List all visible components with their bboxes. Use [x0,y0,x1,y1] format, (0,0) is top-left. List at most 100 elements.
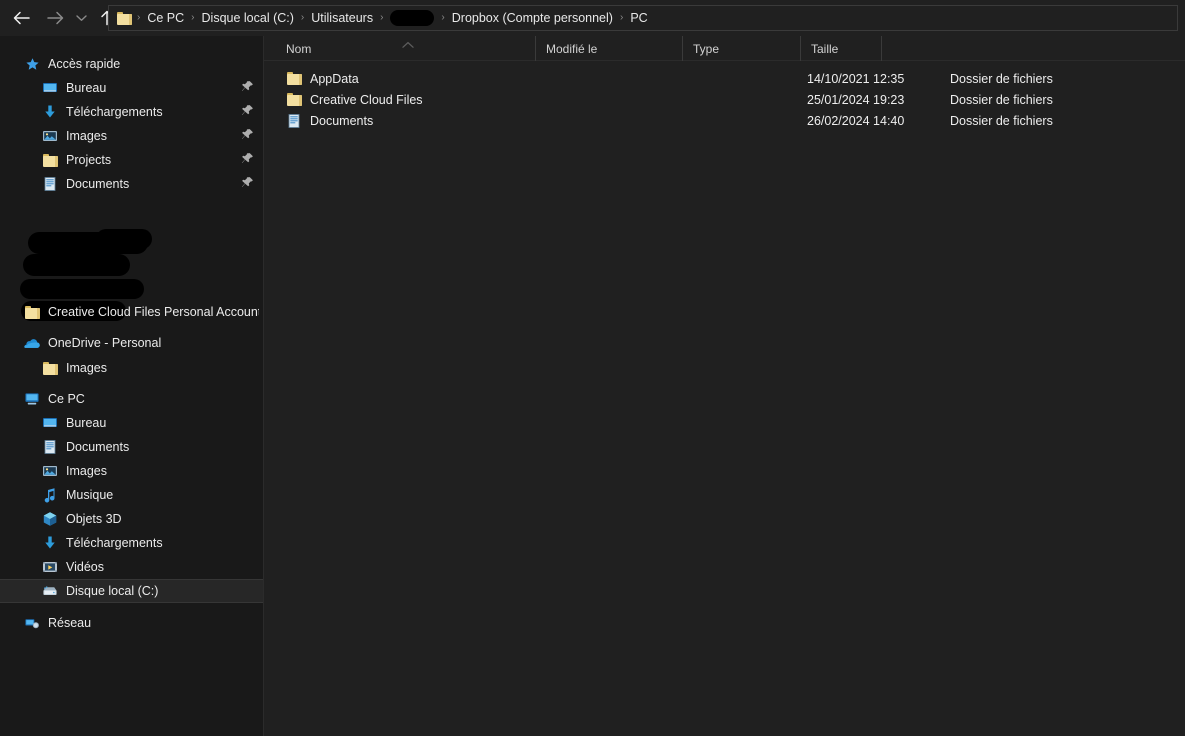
breadcrumb-separator: › [134,10,143,26]
pin-icon[interactable] [241,128,255,142]
breadcrumb-redacted-username[interactable] [390,10,434,26]
sidebar-label: Documents [66,176,129,192]
recent-locations-button[interactable] [72,5,90,31]
download-icon [42,535,58,551]
sidebar-item-documents[interactable]: Documents [0,435,263,459]
sidebar-label: Projects [66,152,111,168]
sidebar-item-telechargements-quick[interactable]: Téléchargements [0,100,263,124]
breadcrumb-ce-pc[interactable]: Ce PC [143,8,188,28]
sidebar-label: Vidéos [66,559,104,575]
pictures-icon [42,463,58,479]
sidebar-item-images[interactable]: Images [0,459,263,483]
sidebar-item-bureau[interactable]: Bureau [0,411,263,435]
sidebar-label: Bureau [66,80,106,96]
onedrive-icon [24,335,40,351]
breadcrumb-pc[interactable]: PC [626,8,651,28]
chevron-down-icon [76,14,87,22]
file-modified: 14/10/2021 12:35 [807,72,904,86]
sidebar-item-creative-cloud-files[interactable]: Creative Cloud Files Personal Account co [0,300,263,324]
table-row[interactable]: AppData 14/10/2021 12:35 Dossier de fich… [264,68,1185,89]
drive-icon [42,583,58,599]
file-name: Creative Cloud Files [310,92,423,108]
arrow-left-icon [13,11,30,25]
column-header-modifie-le[interactable]: Modifié le [535,36,682,61]
sidebar-item-ce-pc[interactable]: Ce PC [0,387,263,411]
sidebar-item-acces-rapide[interactable]: Accès rapide [0,52,263,76]
sidebar-item-bureau-quick[interactable]: Bureau [0,76,263,100]
sidebar-item-images-quick[interactable]: Images [0,124,263,148]
documents-icon [42,439,58,455]
column-header-row: Nom Modifié le Type Taille [264,36,1185,61]
sidebar-label: Documents [66,439,129,455]
sidebar-item-documents-quick[interactable]: Documents [0,172,263,196]
breadcrumb-separator: › [617,10,626,26]
sidebar-label: Ce PC [48,391,85,407]
arrow-right-icon [47,11,64,25]
sidebar-label: OneDrive - Personal [48,335,161,351]
breadcrumb-disque-local[interactable]: Disque local (C:) [198,8,298,28]
column-label: Nom [286,42,311,56]
file-type: Dossier de fichiers [950,114,1053,128]
folder-icon [117,12,132,25]
sidebar-item-projects[interactable]: Projects [0,148,263,172]
file-list-pane: Nom Modifié le Type Taille AppData [264,36,1185,736]
sidebar-item-onedrive-images[interactable]: Images [0,356,263,380]
sidebar-label: Images [66,463,107,479]
file-name-cell[interactable]: AppData [286,71,359,87]
address-bar[interactable]: › Ce PC › Disque local (C:) › Utilisateu… [108,5,1178,31]
this-pc-icon [24,391,40,407]
column-label: Taille [811,42,838,56]
videos-icon [42,559,58,575]
sidebar-item-reseau[interactable]: Réseau [0,611,263,635]
file-type: Dossier de fichiers [950,93,1053,107]
sidebar-label: Bureau [66,415,106,431]
documents-icon [286,113,302,129]
sidebar-item-disque-local-c[interactable]: Disque local (C:) [0,579,263,603]
file-modified: 26/02/2024 14:40 [807,114,904,128]
file-name-cell[interactable]: Creative Cloud Files [286,92,423,108]
music-icon [42,487,58,503]
folder-icon [42,360,58,376]
pin-icon[interactable] [241,80,255,94]
sidebar-label: Images [66,360,107,376]
pin-icon[interactable] [241,152,255,166]
sidebar-label: Objets 3D [66,511,122,527]
breadcrumb-separator: › [438,10,447,26]
file-type: Dossier de fichiers [950,72,1053,86]
sidebar-item-videos[interactable]: Vidéos [0,555,263,579]
breadcrumb-separator: › [188,10,197,26]
back-button[interactable] [8,5,34,31]
sidebar-label: Disque local (C:) [66,583,158,599]
sidebar-item-onedrive-personal[interactable]: OneDrive - Personal [0,331,263,355]
sort-ascending-icon [401,38,415,46]
sidebar-item-telechargements[interactable]: Téléchargements [0,531,263,555]
column-header-type[interactable]: Type [682,36,800,61]
breadcrumb-dropbox[interactable]: Dropbox (Compte personnel) [448,8,617,28]
sidebar-item-musique[interactable]: Musique [0,483,263,507]
table-row[interactable]: Creative Cloud Files 25/01/2024 19:23 Do… [264,89,1185,110]
sidebar-item-objets-3d[interactable]: Objets 3D [0,507,263,531]
sidebar-label: Images [66,128,107,144]
table-row[interactable]: Documents 26/02/2024 14:40 Dossier de fi… [264,110,1185,131]
network-icon [24,615,40,631]
folder-icon [42,152,58,168]
folder-icon [286,71,302,87]
pin-icon[interactable] [241,176,255,190]
file-name-cell[interactable]: Documents [286,113,373,129]
documents-icon [42,176,58,192]
column-header-nom[interactable]: Nom [264,36,535,61]
folder-icon [24,304,40,320]
forward-button[interactable] [42,5,68,31]
sidebar-label: Creative Cloud Files Personal Account co [48,304,259,320]
column-label: Type [693,42,719,56]
desktop-icon [42,80,58,96]
pictures-icon [42,128,58,144]
breadcrumb-separator: › [377,10,386,26]
pin-icon[interactable] [241,104,255,118]
folder-icon [286,92,302,108]
sidebar-label: Musique [66,487,113,503]
file-modified: 25/01/2024 19:23 [807,93,904,107]
column-header-taille[interactable]: Taille [800,36,881,61]
download-icon [42,104,58,120]
breadcrumb-utilisateurs[interactable]: Utilisateurs [307,8,377,28]
